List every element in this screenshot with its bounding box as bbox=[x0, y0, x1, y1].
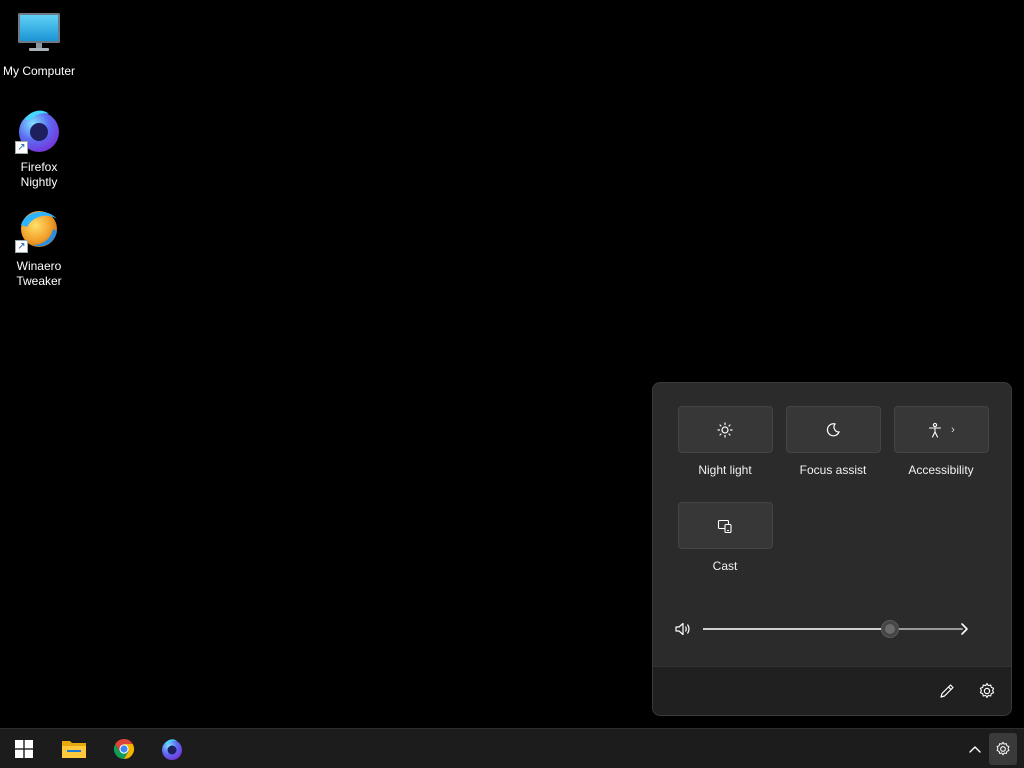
tile-focus-assist[interactable]: Focus assist bbox=[779, 406, 887, 477]
accessibility-icon bbox=[929, 422, 942, 438]
firefox-nightly-button[interactable] bbox=[152, 733, 192, 765]
desktop-icon-my-computer[interactable]: My Computer bbox=[0, 10, 78, 79]
cast-button[interactable] bbox=[677, 502, 773, 549]
pencil-icon[interactable] bbox=[937, 681, 957, 701]
quick-settings-tray-button[interactable] bbox=[989, 733, 1017, 765]
chevron-right-icon: › bbox=[951, 423, 955, 436]
shortcut-arrow-icon: ↗ bbox=[15, 240, 28, 253]
tile-night-light[interactable]: Night light bbox=[671, 406, 779, 477]
computer-icon bbox=[15, 10, 63, 58]
cast-icon bbox=[717, 519, 732, 533]
folder-icon bbox=[62, 741, 86, 758]
focus-assist-button[interactable] bbox=[785, 406, 881, 453]
gear-icon[interactable] bbox=[977, 681, 997, 701]
shortcut-arrow-icon: ↗ bbox=[15, 141, 28, 154]
windows-logo-icon bbox=[15, 740, 33, 758]
file-explorer-button[interactable] bbox=[54, 733, 94, 765]
accessibility-button[interactable]: › bbox=[893, 406, 989, 453]
tile-label: Night light bbox=[698, 463, 752, 477]
taskbar bbox=[0, 728, 1024, 768]
chrome-button[interactable] bbox=[104, 733, 144, 765]
volume-row bbox=[673, 617, 993, 641]
tile-accessibility[interactable]: › Accessibility bbox=[887, 406, 995, 477]
tile-cast[interactable]: Cast bbox=[671, 502, 779, 573]
tile-label: Focus assist bbox=[799, 463, 867, 477]
winaero-tweaker-icon: ↗ bbox=[15, 205, 63, 253]
desktop-icon-winaero-tweaker[interactable]: ↗ Winaero Tweaker bbox=[0, 205, 78, 289]
gear-icon bbox=[996, 741, 1010, 756]
volume-slider-thumb[interactable] bbox=[881, 620, 900, 638]
show-hidden-icons-button[interactable] bbox=[961, 733, 989, 765]
tile-label: Cast bbox=[712, 559, 738, 573]
night-light-button[interactable] bbox=[677, 406, 773, 453]
brightness-icon bbox=[717, 421, 733, 438]
start-button[interactable] bbox=[4, 733, 44, 765]
quick-settings-footer bbox=[653, 666, 1011, 715]
desktop-icon-firefox-nightly[interactable]: ↗ Firefox Nightly bbox=[0, 106, 78, 190]
desktop-icon-label: Winaero Tweaker bbox=[16, 259, 62, 288]
firefox-nightly-icon bbox=[162, 739, 182, 760]
desktop-icon-label: My Computer bbox=[2, 64, 76, 78]
chevron-right-icon[interactable] bbox=[957, 620, 973, 638]
chevron-up-icon bbox=[969, 746, 981, 753]
volume-slider-fill bbox=[703, 628, 891, 630]
desktop-icon-label: Firefox Nightly bbox=[20, 160, 58, 189]
volume-slider[interactable] bbox=[703, 620, 963, 638]
quick-settings-flyout: Night light Focus assist › Accessibility bbox=[652, 382, 1012, 716]
speaker-icon[interactable] bbox=[673, 619, 693, 639]
tile-label: Accessibility bbox=[908, 463, 974, 477]
moon-icon bbox=[826, 422, 840, 436]
firefox-nightly-icon: ↗ bbox=[15, 106, 63, 154]
chrome-icon bbox=[113, 738, 135, 760]
